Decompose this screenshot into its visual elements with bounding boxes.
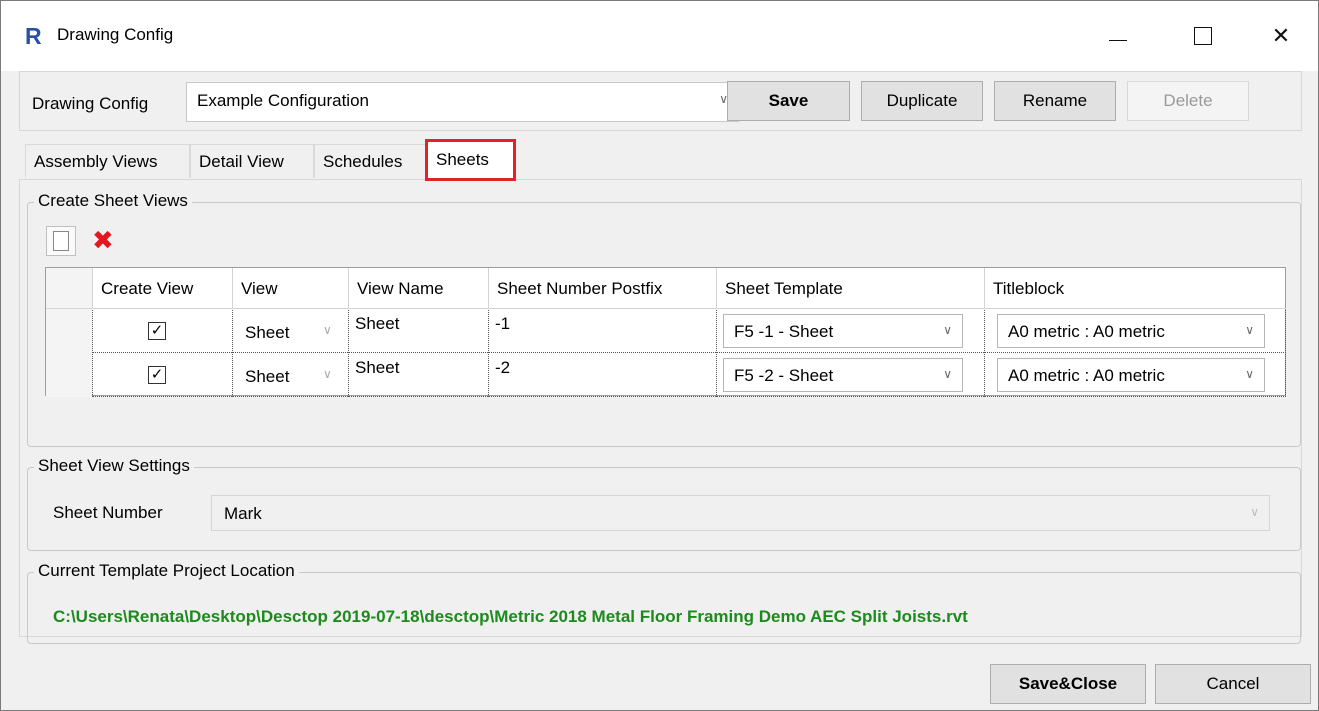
view-cell[interactable]: Sheet ∨: [232, 310, 348, 353]
postfix-value: -1: [495, 314, 511, 333]
add-row-button[interactable]: [46, 226, 76, 256]
rename-button[interactable]: Rename: [994, 81, 1116, 121]
close-button[interactable]: ✕: [1241, 1, 1319, 71]
sheet-number-value: Mark: [224, 504, 262, 523]
sheet-number-label: Sheet Number: [53, 503, 163, 522]
minimize-icon: [1109, 39, 1127, 41]
create-sheet-views-legend: Create Sheet Views: [34, 191, 192, 211]
tab-schedules[interactable]: Schedules: [314, 144, 427, 178]
delete-x-icon: ✖: [92, 225, 114, 255]
chevron-down-icon: ∨: [1250, 505, 1259, 519]
table-row: ✓ Sheet ∨ Sheet -1 F5 -1 - Sheet ∨ A0 me…: [46, 310, 1286, 353]
tab-assembly-views[interactable]: Assembly Views: [25, 144, 190, 178]
column-header-sheet-template[interactable]: Sheet Template: [716, 268, 984, 309]
new-document-icon: [53, 231, 69, 251]
sheet-number-dropdown[interactable]: Mark ∨: [211, 495, 1270, 531]
config-dropdown[interactable]: Example Configuration ∨: [186, 82, 739, 122]
title-bar: R Drawing Config ✕: [1, 1, 1318, 71]
tab-detail-view[interactable]: Detail View: [190, 144, 314, 178]
titleblock-value: A0 metric : A0 metric: [1008, 322, 1165, 341]
sheet-template-cell: F5 -2 - Sheet ∨: [716, 354, 984, 397]
save-and-close-button[interactable]: Save&Close: [990, 664, 1146, 704]
chevron-down-icon: ∨: [943, 323, 952, 337]
view-value: Sheet: [245, 323, 290, 342]
view-value: Sheet: [245, 367, 290, 386]
sheet-template-dropdown[interactable]: F5 -2 - Sheet ∨: [723, 358, 963, 392]
view-name-cell[interactable]: Sheet: [348, 310, 488, 353]
chevron-down-icon: ∨: [323, 323, 332, 337]
column-header-view-name[interactable]: View Name: [348, 268, 488, 309]
titleblock-cell: A0 metric : A0 metric ∨: [984, 354, 1286, 397]
chevron-down-icon: ∨: [1245, 367, 1254, 381]
view-cell[interactable]: Sheet ∨: [232, 354, 348, 397]
cancel-button[interactable]: Cancel: [1155, 664, 1311, 704]
maximize-icon: [1194, 27, 1212, 45]
column-header-view[interactable]: View: [232, 268, 348, 309]
save-button[interactable]: Save: [727, 81, 850, 121]
config-label: Drawing Config: [32, 94, 149, 113]
titleblock-value: A0 metric : A0 metric: [1008, 366, 1165, 385]
create-view-cell: ✓: [92, 354, 232, 397]
create-view-checkbox[interactable]: ✓: [148, 366, 166, 384]
tab-label: Schedules: [323, 151, 403, 171]
table-row: ✓ Sheet ∨ Sheet -2 F5 -2 - Sheet ∨ A0 me…: [46, 354, 1286, 397]
config-selected-value: Example Configuration: [197, 91, 369, 110]
close-icon: ✕: [1271, 23, 1291, 48]
maximize-button[interactable]: [1163, 1, 1243, 71]
column-header-sheet-number-postfix[interactable]: Sheet Number Postfix: [488, 268, 716, 309]
column-header-titleblock[interactable]: Titleblock: [984, 268, 1286, 309]
chevron-down-icon: ∨: [943, 367, 952, 381]
sheet-template-value: F5 -2 - Sheet: [734, 366, 834, 385]
create-view-checkbox[interactable]: ✓: [148, 322, 166, 340]
postfix-cell[interactable]: -2: [488, 354, 716, 397]
chevron-down-icon: ∨: [323, 367, 332, 381]
tab-label: Sheets: [436, 150, 489, 169]
postfix-value: -2: [495, 358, 511, 377]
titleblock-dropdown[interactable]: A0 metric : A0 metric ∨: [997, 358, 1265, 392]
delete-row-button[interactable]: ✖: [87, 225, 117, 256]
view-name-cell[interactable]: Sheet: [348, 354, 488, 397]
titleblock-dropdown[interactable]: A0 metric : A0 metric ∨: [997, 314, 1265, 348]
tab-sheets[interactable]: Sheets: [425, 139, 516, 181]
sheet-views-grid: Create View View View Name Sheet Number …: [45, 267, 1286, 397]
drawing-config-window: R Drawing Config ✕ Drawing Config Exampl…: [0, 0, 1319, 711]
view-name-value: Sheet: [355, 314, 400, 333]
tab-label: Assembly Views: [34, 151, 158, 171]
view-name-value: Sheet: [355, 358, 400, 377]
sheet-template-value: F5 -1 - Sheet: [734, 322, 834, 341]
tab-label: Detail View: [199, 151, 284, 171]
postfix-cell[interactable]: -1: [488, 310, 716, 353]
sheet-template-dropdown[interactable]: F5 -1 - Sheet ∨: [723, 314, 963, 348]
delete-button[interactable]: Delete: [1127, 81, 1249, 121]
revit-app-icon: R: [25, 23, 42, 49]
template-path-text: C:\Users\Renata\Desktop\Desctop 2019-07-…: [53, 607, 968, 626]
grid-header: Create View View View Name Sheet Number …: [46, 268, 1286, 309]
sheet-view-settings-legend: Sheet View Settings: [34, 456, 194, 476]
minimize-button[interactable]: [1078, 1, 1158, 71]
column-header-create-view[interactable]: Create View: [92, 268, 232, 309]
sheet-template-cell: F5 -1 - Sheet ∨: [716, 310, 984, 353]
template-location-legend: Current Template Project Location: [34, 561, 299, 581]
window-title: Drawing Config: [57, 25, 174, 44]
duplicate-button[interactable]: Duplicate: [861, 81, 983, 121]
titleblock-cell: A0 metric : A0 metric ∨: [984, 310, 1286, 353]
chevron-down-icon: ∨: [1245, 323, 1254, 337]
create-view-cell: ✓: [92, 310, 232, 353]
